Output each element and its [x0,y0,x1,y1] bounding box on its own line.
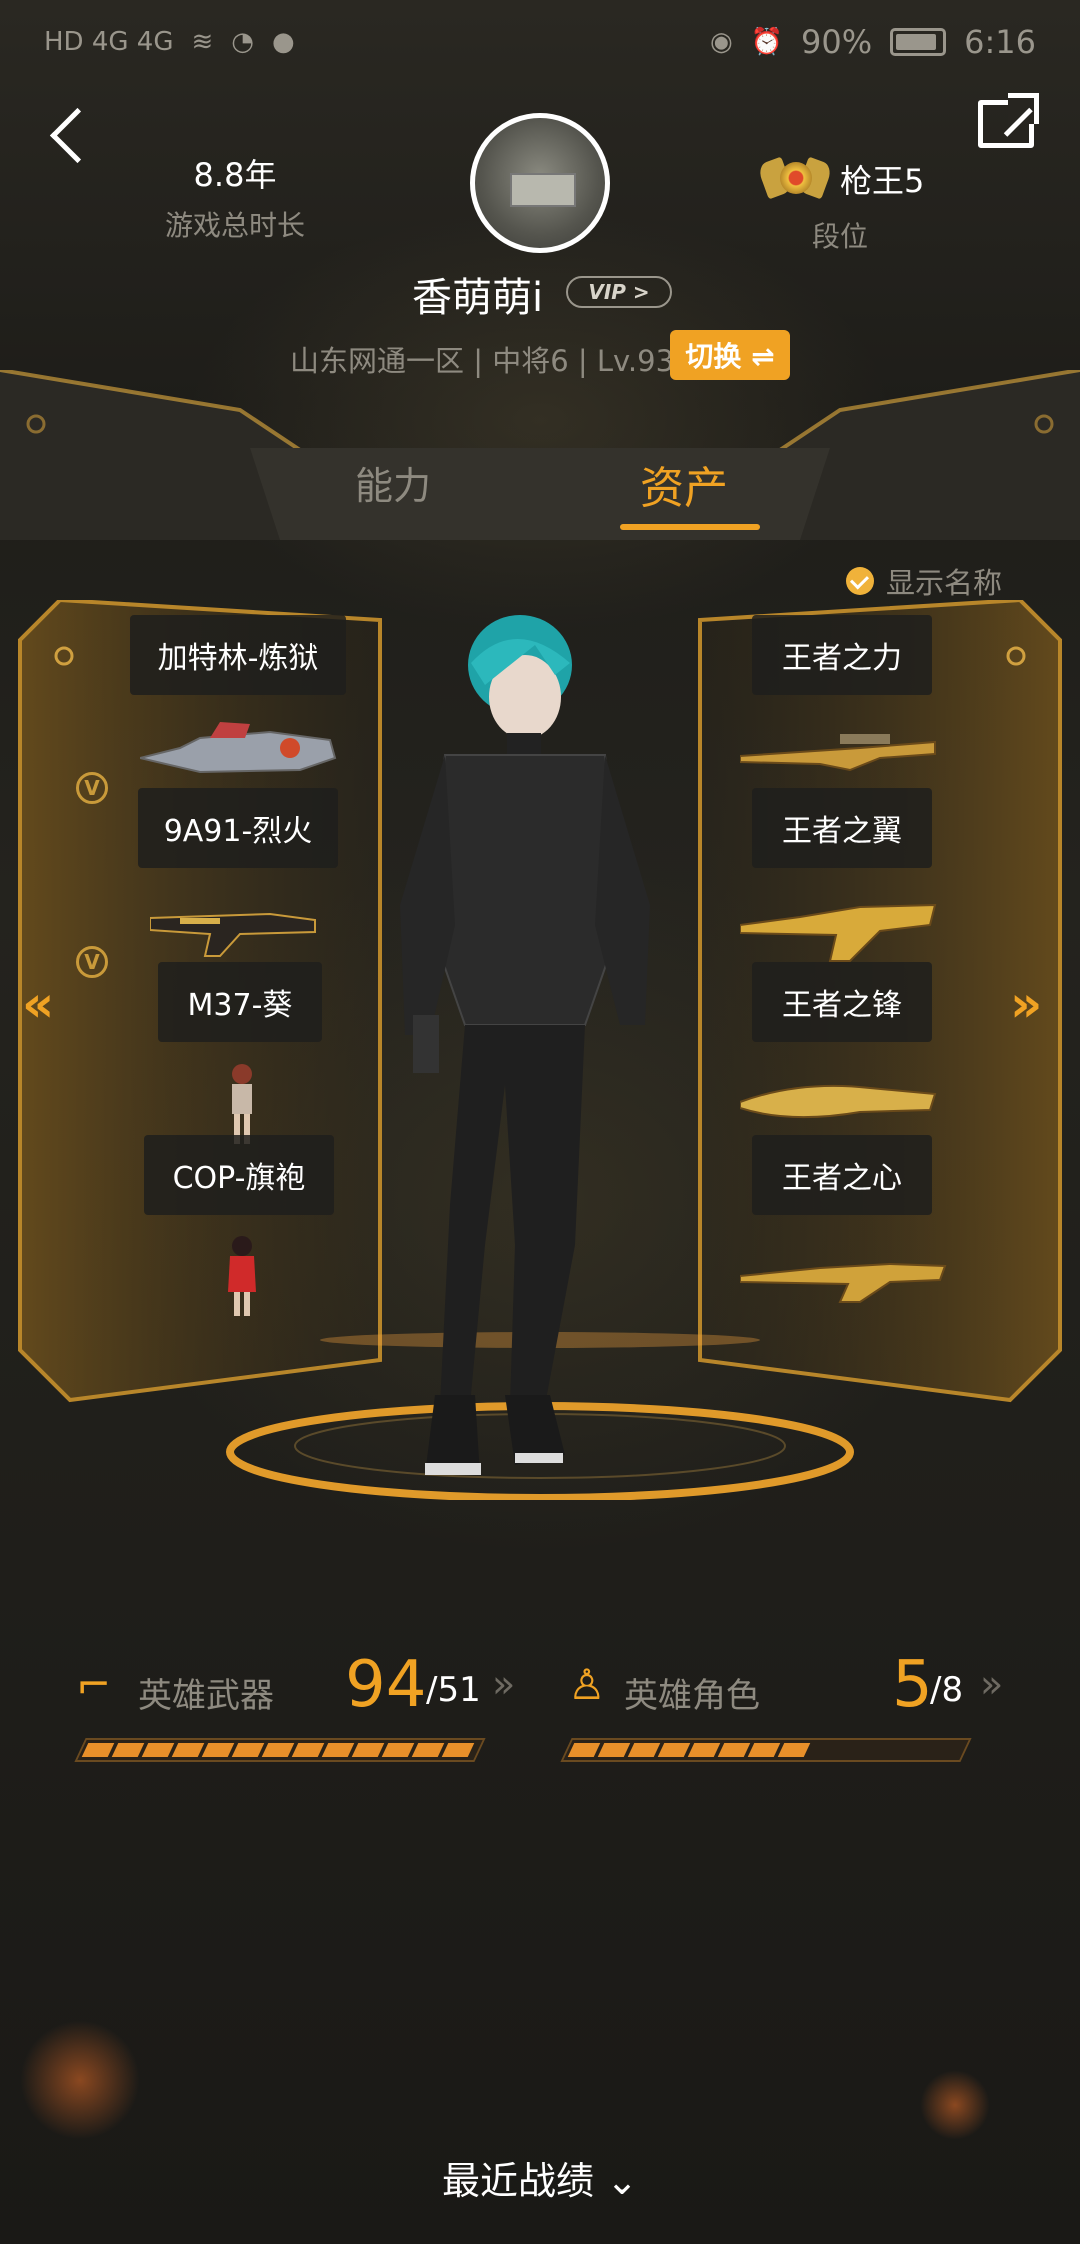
progress-segment [928,1743,961,1757]
hero-weapons-progress [74,1738,486,1762]
progress-segment [201,1743,235,1757]
left-item-label[interactable]: 9A91-烈火 [138,788,338,868]
rank: 枪王5 [756,150,925,208]
character-figure [400,615,650,1475]
progress-segment [381,1743,415,1757]
weapon-king-edge-icon[interactable] [740,895,940,965]
progress-segment [141,1743,175,1757]
tab-band [0,370,1080,540]
show-name-toggle[interactable]: 显示名称 [846,560,1002,602]
progress-segment [231,1743,265,1757]
vip-mark-icon: V [76,772,108,804]
avatar[interactable] [470,113,610,253]
alarm-icon: ⏰ [750,27,784,57]
eye-icon: ◉ [709,27,733,57]
right-item-label[interactable]: 王者之心 [752,1135,932,1215]
status-bar: HD 4G 4G ≋ ◔ ● ◉ ⏰ 90% 6:16 [0,0,1080,84]
weapon-king-wing-icon[interactable] [740,730,940,776]
ember-glow [920,2070,990,2140]
play-time: 8.8年 游戏总时长 [120,150,350,244]
progress-segment [111,1743,145,1757]
progress-segment [291,1743,325,1757]
right-item-label[interactable]: 王者之力 [752,615,932,695]
play-time-value: 8.8年 [193,156,277,194]
left-item-label[interactable]: COP-旗袍 [144,1135,334,1215]
rank-label: 段位 [812,220,869,253]
hero-roles-count: 5 [892,1648,933,1722]
progress-segment [597,1743,631,1757]
prev-arrow-icon[interactable]: « [22,975,54,1033]
battery-percent: 90% [801,23,873,61]
left-item-label[interactable]: M37-葵 [158,962,322,1042]
progress-segment [687,1743,721,1757]
weapon-king-heart-icon[interactable] [740,1080,940,1124]
progress-segment [567,1743,601,1757]
weapon-m37-icon[interactable] [150,900,320,960]
right-item-label[interactable]: 王者之翼 [752,788,932,868]
chevron-right-icon[interactable]: » [980,1662,1003,1706]
progress-segment [441,1743,475,1757]
rifle-icon: ⌐ [76,1660,112,1709]
hero-roles-progress [560,1738,972,1762]
tab-assets[interactable]: 资产 [640,452,728,516]
progress-segment [838,1743,871,1757]
tab-active-indicator [620,524,760,530]
hero-weapons-count: 94 [345,1648,427,1722]
check-icon [846,567,874,595]
progress-segment [868,1743,901,1757]
hero-roles-label: 英雄角色 [624,1676,760,1716]
progress-segment [747,1743,781,1757]
progress-segment [717,1743,751,1757]
share-icon[interactable] [978,93,1039,148]
soldier-icon: ♙ [568,1660,606,1709]
rank-badge-icon [756,150,834,208]
progress-segment [898,1743,931,1757]
progress-segment [808,1743,841,1757]
chevron-right-icon[interactable]: » [492,1662,515,1706]
weapon-king-power-icon[interactable] [740,1246,950,1306]
battery-icon [890,28,947,56]
right-item-label[interactable]: 王者之锋 [752,962,932,1042]
progress-segment [777,1743,811,1757]
hero-weapons-total: /51 [426,1670,481,1710]
back-button[interactable] [40,100,100,170]
play-time-label: 游戏总时长 [164,209,305,242]
show-name-label: 显示名称 [886,566,1003,600]
rank-value: 枪王5 [840,162,925,200]
network-icon: HD 4G 4G [44,27,174,57]
next-arrow-icon[interactable]: » [1010,975,1042,1033]
progress-segment [321,1743,355,1757]
character-qipao-icon[interactable] [222,1234,262,1318]
tab-ability[interactable]: 能力 [355,455,431,510]
wifi-icon: ≋ [191,27,214,57]
left-item-label[interactable]: 加特林-炼狱 [130,615,346,695]
progress-segment [411,1743,445,1757]
progress-segment [261,1743,295,1757]
weapon-9a91-icon[interactable] [140,718,340,788]
vip-badge[interactable]: VIP > [566,276,672,308]
progress-segment [657,1743,691,1757]
chat-icon: ● [271,27,295,57]
hero-roles-total: /8 [930,1670,964,1710]
character-cop-icon[interactable] [222,1062,262,1146]
progress-segment [627,1743,661,1757]
ember-glow [20,2020,140,2140]
vip-mark-icon: V [76,946,108,978]
player-name: 香萌萌i [412,275,544,321]
recent-record-button[interactable]: 最近战绩 ⌄ [0,2150,1080,2205]
clock: 6:16 [964,23,1036,61]
notification-icon: ◔ [231,27,254,57]
progress-segment [351,1743,385,1757]
progress-segment [81,1743,115,1757]
hero-weapons-label: 英雄武器 [138,1676,274,1716]
progress-segment [171,1743,205,1757]
